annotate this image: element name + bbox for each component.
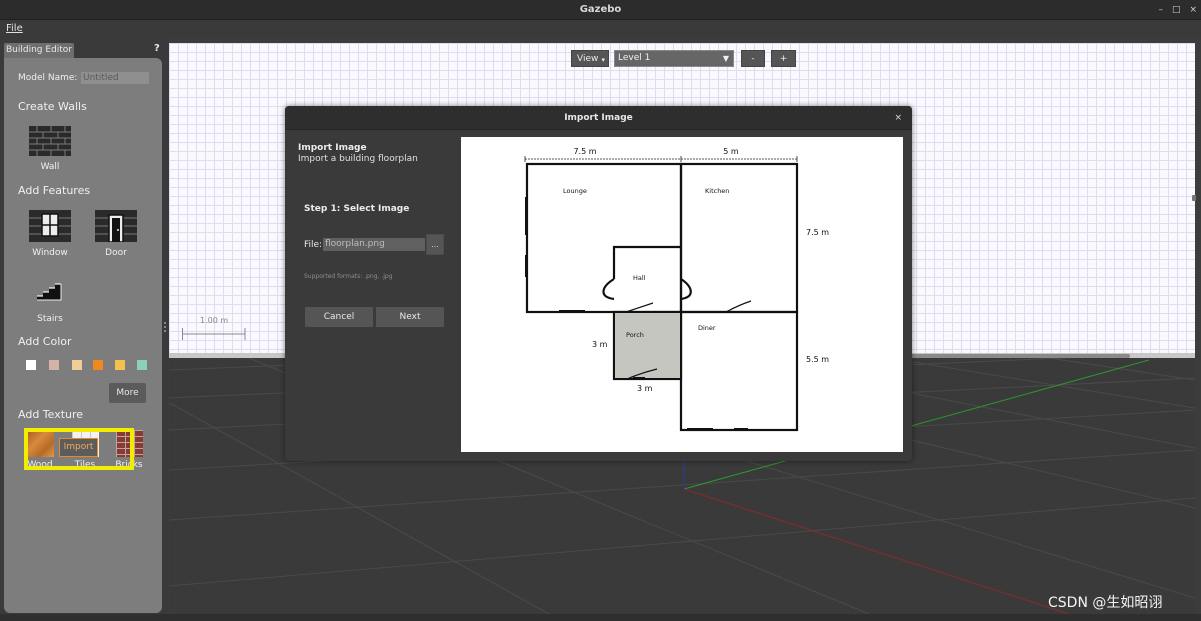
wall-icon (29, 126, 71, 156)
model-name-input[interactable]: Untitled (81, 72, 149, 84)
stairs-icon (37, 283, 62, 301)
color-swatch-beige[interactable] (72, 360, 82, 370)
import-button[interactable]: Import (59, 438, 98, 457)
watermark: CSDN @生如昭诩 (1048, 595, 1163, 611)
chevron-down-icon: ▼ (722, 54, 729, 63)
remove-level-button[interactable]: - (741, 50, 765, 67)
scale-label: 1.00 m (200, 316, 229, 325)
dim-top-right: 5 m (723, 147, 739, 156)
door-label: Door (105, 248, 127, 258)
view-button[interactable]: View ▾ (571, 50, 609, 67)
door-icon (95, 210, 137, 243)
wall-tool[interactable]: Wall (28, 126, 72, 172)
porch-shading (615, 313, 680, 378)
file-path-input[interactable]: floorplan.png (323, 238, 425, 251)
bottom-strip (0, 614, 1201, 621)
room-kitchen: Kitchen (705, 187, 729, 195)
dim-right-upper: 7.5 m (806, 228, 829, 237)
floorplan-preview: 7.5 m 5 m 7.5 m 5.5 m 3 m 3 m Lounge Kit… (461, 137, 903, 452)
view-button-label: View (577, 54, 599, 64)
level-select[interactable]: Level 1 ▼ (614, 50, 734, 67)
dialog-title-bar: Import Image × (285, 106, 912, 130)
scale-bar-icon (182, 328, 246, 340)
menu-file[interactable]: File (6, 23, 23, 34)
dim-top-left: 7.5 m (573, 147, 596, 156)
next-button[interactable]: Next (376, 307, 444, 327)
color-swatch-mint[interactable] (137, 360, 147, 370)
cancel-button[interactable]: Cancel (305, 307, 373, 327)
dialog-subheading: Import a building floorplan (298, 154, 418, 164)
stairs-tool[interactable]: Stairs (28, 280, 72, 324)
dialog-title: Import Image (564, 113, 633, 123)
stairs-label: Stairs (37, 314, 63, 324)
add-features-heading: Add Features (18, 184, 91, 197)
level-select-value: Level 1 (618, 53, 651, 63)
create-walls-heading: Create Walls (18, 100, 87, 113)
wall-label: Wall (40, 162, 60, 172)
room-porch: Porch (626, 331, 644, 339)
model-name-label: Model Name: (18, 73, 78, 83)
dim-right-lower: 5.5 m (806, 355, 829, 364)
window-icon (29, 210, 71, 242)
color-swatch-yellow[interactable] (115, 360, 125, 370)
color-swatch-taupe[interactable] (49, 360, 59, 370)
right-splitter-handle[interactable] (1192, 195, 1196, 201)
add-texture-heading: Add Texture (18, 408, 84, 421)
window-title: Gazebo (579, 4, 622, 15)
dialog-heading: Import Image (298, 143, 367, 153)
window-label: Window (32, 248, 68, 258)
file-label: File: (304, 240, 323, 250)
dialog-close-icon[interactable]: × (894, 106, 902, 130)
maximize-icon[interactable]: □ (1172, 0, 1181, 20)
building-editor-panel: Model Name: Untitled Create Walls Wall A… (4, 58, 162, 613)
title-bar: Gazebo – □ × (0, 0, 1201, 20)
room-diner: Diner (698, 324, 716, 332)
color-swatch-white[interactable] (26, 360, 36, 370)
door-tool[interactable]: Door (94, 210, 138, 258)
floorplan-walls (525, 162, 799, 432)
step-heading: Step 1: Select Image (304, 204, 410, 214)
view-dropdown-icon: ▾ (601, 56, 605, 64)
dimension-lines (524, 156, 798, 162)
left-dock: Building Editor ? Model Name: Untitled C… (0, 38, 168, 621)
window-tool[interactable]: Window (28, 210, 72, 258)
close-icon[interactable]: × (1189, 0, 1197, 20)
more-colors-button[interactable]: More (109, 383, 146, 403)
supported-formats-note: Supported formats: .png, .jpg (304, 273, 393, 280)
add-level-button[interactable]: + (771, 50, 796, 67)
dim-porch-side: 3 m (592, 340, 608, 349)
menu-bar: File (0, 20, 1201, 38)
minimize-icon[interactable]: – (1158, 0, 1163, 20)
splitter-handle-icon[interactable] (164, 322, 166, 332)
browse-button[interactable]: ... (426, 234, 444, 255)
color-swatch-orange[interactable] (93, 360, 103, 370)
tab-building-editor[interactable]: Building Editor (4, 43, 74, 58)
gazebo-window: Gazebo – □ × File Building Editor ? Mode… (0, 0, 1201, 621)
import-image-dialog: Import Image × Import Image Import a bui… (285, 106, 912, 461)
dim-porch-bottom: 3 m (637, 384, 653, 393)
room-lounge: Lounge (563, 187, 587, 195)
room-hall: Hall (633, 274, 646, 282)
help-button[interactable]: ? (154, 43, 160, 54)
add-color-heading: Add Color (18, 335, 72, 348)
window-controls: – □ × (1158, 0, 1197, 20)
